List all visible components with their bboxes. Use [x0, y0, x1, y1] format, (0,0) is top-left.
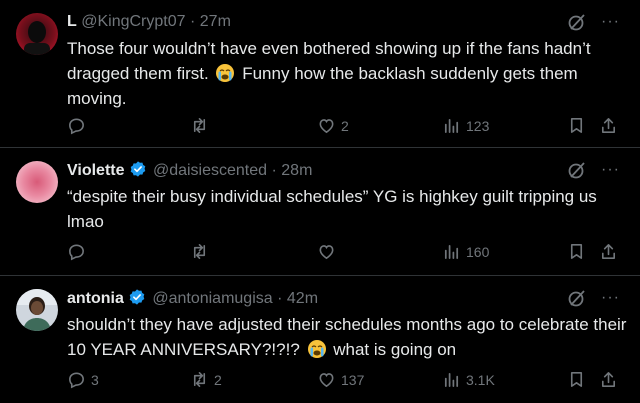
share-icon [601, 244, 616, 259]
tweet-actions: 160 [67, 242, 620, 262]
tweet-header: L @KingCrypt07 · 27m [67, 12, 231, 32]
tweet[interactable]: L @KingCrypt07 · 27m ··· Those four woul… [0, 0, 640, 147]
reply-icon [69, 118, 84, 135]
bookmark-button[interactable] [567, 370, 586, 389]
tweet-text-line: Those four wouldn’t have even bothered s… [67, 39, 591, 58]
retweet-icon [193, 244, 206, 259]
reply-icon [69, 372, 84, 389]
views-icon [444, 118, 459, 134]
tweet-actions: 2 123 [67, 116, 620, 136]
header-icons: ··· [567, 288, 620, 308]
view-count: 3.1K [466, 371, 495, 388]
tweet-text-line: what is going on [333, 340, 457, 359]
retweet-icon [193, 118, 206, 133]
tweet-actions: 3 2 137 3.1K [67, 370, 620, 390]
separator-dot: · [189, 13, 196, 30]
more-options-icon[interactable]: ··· [601, 288, 620, 308]
views-button[interactable]: 3.1K [442, 370, 495, 389]
views-button[interactable]: 123 [442, 116, 489, 135]
bookmark-button[interactable] [567, 242, 586, 261]
crying-face-icon [307, 340, 326, 358]
retweet-count: 2 [214, 371, 222, 388]
grok-icon[interactable] [567, 12, 587, 32]
share-button[interactable] [599, 370, 618, 389]
reply-button[interactable]: 3 [67, 370, 99, 389]
tweet-header: antonia @antoniamugisa · 42m [67, 288, 318, 309]
view-count: 160 [466, 243, 490, 260]
tweet-text-line: Funny how the backlash suddenly gets the… [242, 64, 578, 83]
retweet-button[interactable]: 2 [190, 370, 222, 389]
tweet-text-line: lmao [67, 212, 104, 231]
separator-dot: · [277, 290, 283, 307]
tweet-text-line: moving. [67, 89, 127, 108]
user-handle[interactable]: @KingCrypt07 [81, 13, 185, 30]
more-options-icon[interactable]: ··· [601, 12, 620, 32]
share-icon [601, 118, 616, 133]
heart-icon [319, 373, 334, 388]
user-handle[interactable]: @daisiescented [153, 162, 267, 179]
verified-badge-icon [129, 289, 145, 305]
grok-icon[interactable] [567, 160, 587, 180]
share-button[interactable] [599, 116, 618, 135]
reply-button[interactable] [67, 116, 91, 135]
bookmark-button[interactable] [567, 116, 586, 135]
crying-face-icon [216, 64, 235, 82]
display-name[interactable]: Violette [67, 162, 125, 179]
timestamp[interactable]: 27m [200, 13, 231, 30]
tweet-text-line: shouldn’t they have adjusted their sched… [67, 315, 627, 334]
tweet-text-line: dragged them first. [67, 64, 209, 83]
like-count: 2 [341, 117, 349, 134]
timestamp[interactable]: 42m [287, 290, 318, 307]
tweet[interactable]: Violette @daisiescented · 28m ··· “despi… [0, 148, 640, 275]
verified-badge-icon [130, 161, 145, 177]
tweet-text: “despite their busy individual schedules… [67, 184, 627, 234]
reply-count: 3 [91, 371, 99, 388]
tweet-text-line: “despite their busy individual schedules… [67, 187, 597, 206]
avatar[interactable] [16, 13, 58, 55]
tweet-text-line: 10 YEAR ANNIVERSARY?!?!? [67, 340, 300, 359]
tweet-header: Violette @daisiescented · 28m [67, 160, 312, 181]
bookmark-icon [570, 372, 583, 387]
tweet-text: shouldn’t they have adjusted their sched… [67, 312, 627, 362]
tweet-text: Those four wouldn’t have even bothered s… [67, 36, 627, 111]
retweet-button[interactable] [190, 116, 214, 135]
more-options-icon[interactable]: ··· [601, 160, 620, 180]
tweet[interactable]: antonia @antoniamugisa · 42m ··· shouldn… [0, 276, 640, 403]
bookmark-icon [570, 244, 583, 259]
like-button[interactable]: 137 [317, 370, 364, 389]
display-name[interactable]: antonia [67, 290, 124, 307]
heart-icon [319, 119, 334, 134]
timestamp[interactable]: 28m [281, 162, 312, 179]
separator-dot: · [271, 162, 277, 179]
grok-icon[interactable] [567, 288, 587, 308]
avatar[interactable] [16, 161, 58, 203]
like-button[interactable] [317, 242, 341, 261]
heart-icon [319, 245, 334, 260]
display-name[interactable]: L [67, 13, 77, 30]
view-count: 123 [466, 117, 490, 134]
views-icon [444, 244, 459, 260]
views-button[interactable]: 160 [442, 242, 489, 261]
like-count: 137 [341, 371, 365, 388]
retweet-button[interactable] [190, 242, 214, 261]
views-icon [444, 372, 459, 388]
retweet-icon [193, 372, 206, 387]
user-handle[interactable]: @antoniamugisa [152, 290, 272, 307]
avatar[interactable] [16, 289, 58, 331]
share-button[interactable] [599, 242, 618, 261]
reply-button[interactable] [67, 242, 91, 261]
reply-icon [69, 244, 84, 261]
header-icons: ··· [567, 12, 620, 32]
share-icon [601, 372, 616, 387]
bookmark-icon [570, 118, 583, 133]
header-icons: ··· [567, 160, 620, 180]
like-button[interactable]: 2 [317, 116, 349, 135]
